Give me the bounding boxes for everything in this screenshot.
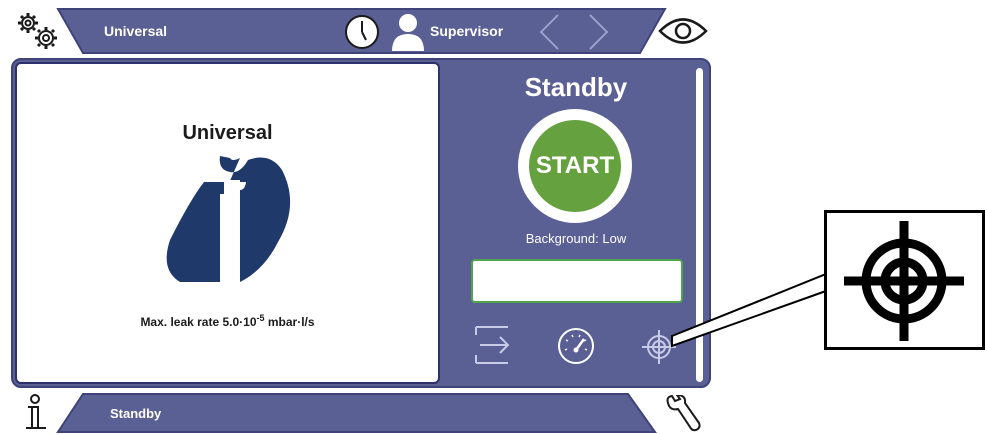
crosshair-icon-zoomed	[844, 221, 964, 341]
